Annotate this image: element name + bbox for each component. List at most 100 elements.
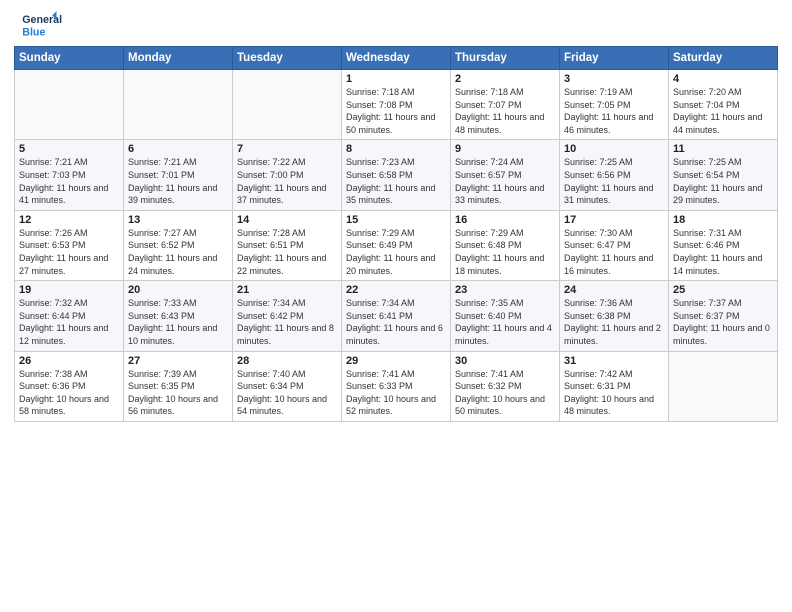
day-number: 8 (346, 143, 446, 155)
day-number: 20 (128, 284, 228, 296)
calendar-cell: 23Sunrise: 7:35 AMSunset: 6:40 PMDayligh… (451, 281, 560, 351)
day-number: 18 (673, 214, 773, 226)
calendar-cell: 30Sunrise: 7:41 AMSunset: 6:32 PMDayligh… (451, 351, 560, 421)
calendar-cell: 5Sunrise: 7:21 AMSunset: 7:03 PMDaylight… (15, 140, 124, 210)
calendar-cell: 8Sunrise: 7:23 AMSunset: 6:58 PMDaylight… (342, 140, 451, 210)
day-info: Sunrise: 7:35 AMSunset: 6:40 PMDaylight:… (455, 297, 555, 347)
calendar-week-row: 26Sunrise: 7:38 AMSunset: 6:36 PMDayligh… (15, 351, 778, 421)
day-number: 30 (455, 355, 555, 367)
calendar-body: 1Sunrise: 7:18 AMSunset: 7:08 PMDaylight… (15, 70, 778, 422)
calendar-cell: 14Sunrise: 7:28 AMSunset: 6:51 PMDayligh… (233, 210, 342, 280)
day-info: Sunrise: 7:20 AMSunset: 7:04 PMDaylight:… (673, 86, 773, 136)
day-info: Sunrise: 7:26 AMSunset: 6:53 PMDaylight:… (19, 227, 119, 277)
day-number: 13 (128, 214, 228, 226)
calendar-week-row: 5Sunrise: 7:21 AMSunset: 7:03 PMDaylight… (15, 140, 778, 210)
calendar-cell: 15Sunrise: 7:29 AMSunset: 6:49 PMDayligh… (342, 210, 451, 280)
weekday-header-thursday: Thursday (451, 47, 560, 70)
calendar-cell: 7Sunrise: 7:22 AMSunset: 7:00 PMDaylight… (233, 140, 342, 210)
day-number: 28 (237, 355, 337, 367)
day-number: 29 (346, 355, 446, 367)
day-number: 19 (19, 284, 119, 296)
day-info: Sunrise: 7:23 AMSunset: 6:58 PMDaylight:… (346, 156, 446, 206)
calendar-cell: 31Sunrise: 7:42 AMSunset: 6:31 PMDayligh… (560, 351, 669, 421)
day-number: 22 (346, 284, 446, 296)
calendar-week-row: 12Sunrise: 7:26 AMSunset: 6:53 PMDayligh… (15, 210, 778, 280)
day-info: Sunrise: 7:38 AMSunset: 6:36 PMDaylight:… (19, 368, 119, 418)
day-number: 15 (346, 214, 446, 226)
calendar-cell: 20Sunrise: 7:33 AMSunset: 6:43 PMDayligh… (124, 281, 233, 351)
day-info: Sunrise: 7:41 AMSunset: 6:32 PMDaylight:… (455, 368, 555, 418)
calendar-cell: 19Sunrise: 7:32 AMSunset: 6:44 PMDayligh… (15, 281, 124, 351)
day-number: 25 (673, 284, 773, 296)
day-number: 3 (564, 73, 664, 85)
day-info: Sunrise: 7:29 AMSunset: 6:48 PMDaylight:… (455, 227, 555, 277)
day-info: Sunrise: 7:40 AMSunset: 6:34 PMDaylight:… (237, 368, 337, 418)
day-number: 10 (564, 143, 664, 155)
day-info: Sunrise: 7:21 AMSunset: 7:01 PMDaylight:… (128, 156, 228, 206)
calendar-cell: 12Sunrise: 7:26 AMSunset: 6:53 PMDayligh… (15, 210, 124, 280)
weekday-header-tuesday: Tuesday (233, 47, 342, 70)
day-number: 2 (455, 73, 555, 85)
calendar-week-row: 1Sunrise: 7:18 AMSunset: 7:08 PMDaylight… (15, 70, 778, 140)
calendar-cell: 28Sunrise: 7:40 AMSunset: 6:34 PMDayligh… (233, 351, 342, 421)
weekday-header-wednesday: Wednesday (342, 47, 451, 70)
calendar-cell: 24Sunrise: 7:36 AMSunset: 6:38 PMDayligh… (560, 281, 669, 351)
calendar-cell: 11Sunrise: 7:25 AMSunset: 6:54 PMDayligh… (669, 140, 778, 210)
day-number: 1 (346, 73, 446, 85)
calendar-cell: 22Sunrise: 7:34 AMSunset: 6:41 PMDayligh… (342, 281, 451, 351)
calendar-cell (233, 70, 342, 140)
day-info: Sunrise: 7:29 AMSunset: 6:49 PMDaylight:… (346, 227, 446, 277)
calendar-cell (15, 70, 124, 140)
day-number: 7 (237, 143, 337, 155)
calendar-cell: 17Sunrise: 7:30 AMSunset: 6:47 PMDayligh… (560, 210, 669, 280)
calendar-cell: 1Sunrise: 7:18 AMSunset: 7:08 PMDaylight… (342, 70, 451, 140)
logo-icon: General Blue (14, 10, 69, 40)
day-number: 16 (455, 214, 555, 226)
weekday-header-saturday: Saturday (669, 47, 778, 70)
calendar-cell: 18Sunrise: 7:31 AMSunset: 6:46 PMDayligh… (669, 210, 778, 280)
day-number: 31 (564, 355, 664, 367)
day-info: Sunrise: 7:42 AMSunset: 6:31 PMDaylight:… (564, 368, 664, 418)
calendar-header: SundayMondayTuesdayWednesdayThursdayFrid… (15, 47, 778, 70)
day-info: Sunrise: 7:18 AMSunset: 7:07 PMDaylight:… (455, 86, 555, 136)
day-info: Sunrise: 7:27 AMSunset: 6:52 PMDaylight:… (128, 227, 228, 277)
calendar-cell: 27Sunrise: 7:39 AMSunset: 6:35 PMDayligh… (124, 351, 233, 421)
day-info: Sunrise: 7:30 AMSunset: 6:47 PMDaylight:… (564, 227, 664, 277)
day-info: Sunrise: 7:21 AMSunset: 7:03 PMDaylight:… (19, 156, 119, 206)
day-number: 9 (455, 143, 555, 155)
weekday-header-sunday: Sunday (15, 47, 124, 70)
calendar-cell (124, 70, 233, 140)
day-number: 26 (19, 355, 119, 367)
day-info: Sunrise: 7:19 AMSunset: 7:05 PMDaylight:… (564, 86, 664, 136)
day-number: 5 (19, 143, 119, 155)
calendar-cell: 26Sunrise: 7:38 AMSunset: 6:36 PMDayligh… (15, 351, 124, 421)
weekday-header-friday: Friday (560, 47, 669, 70)
calendar-cell: 16Sunrise: 7:29 AMSunset: 6:48 PMDayligh… (451, 210, 560, 280)
day-info: Sunrise: 7:25 AMSunset: 6:56 PMDaylight:… (564, 156, 664, 206)
weekday-row: SundayMondayTuesdayWednesdayThursdayFrid… (15, 47, 778, 70)
calendar-cell: 10Sunrise: 7:25 AMSunset: 6:56 PMDayligh… (560, 140, 669, 210)
logo: General Blue (14, 10, 69, 40)
weekday-header-monday: Monday (124, 47, 233, 70)
day-number: 6 (128, 143, 228, 155)
day-info: Sunrise: 7:36 AMSunset: 6:38 PMDaylight:… (564, 297, 664, 347)
calendar-cell: 25Sunrise: 7:37 AMSunset: 6:37 PMDayligh… (669, 281, 778, 351)
calendar-week-row: 19Sunrise: 7:32 AMSunset: 6:44 PMDayligh… (15, 281, 778, 351)
day-info: Sunrise: 7:25 AMSunset: 6:54 PMDaylight:… (673, 156, 773, 206)
calendar-cell: 6Sunrise: 7:21 AMSunset: 7:01 PMDaylight… (124, 140, 233, 210)
calendar-cell: 13Sunrise: 7:27 AMSunset: 6:52 PMDayligh… (124, 210, 233, 280)
day-number: 14 (237, 214, 337, 226)
day-number: 4 (673, 73, 773, 85)
calendar-cell: 4Sunrise: 7:20 AMSunset: 7:04 PMDaylight… (669, 70, 778, 140)
day-number: 12 (19, 214, 119, 226)
day-number: 24 (564, 284, 664, 296)
calendar-table: SundayMondayTuesdayWednesdayThursdayFrid… (14, 46, 778, 422)
svg-text:Blue: Blue (22, 27, 45, 39)
header: General Blue (14, 10, 778, 40)
calendar-cell (669, 351, 778, 421)
day-number: 23 (455, 284, 555, 296)
calendar-cell: 21Sunrise: 7:34 AMSunset: 6:42 PMDayligh… (233, 281, 342, 351)
day-info: Sunrise: 7:32 AMSunset: 6:44 PMDaylight:… (19, 297, 119, 347)
day-number: 27 (128, 355, 228, 367)
day-number: 21 (237, 284, 337, 296)
